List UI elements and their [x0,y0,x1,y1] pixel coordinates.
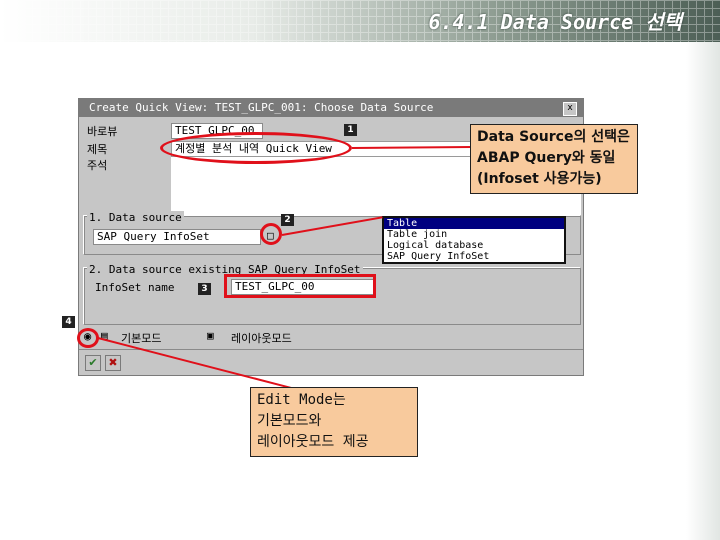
callout-line: 레이아웃모드 제공 [257,434,369,450]
infoset-name-highlight [224,274,376,298]
title-label: 제목 [87,143,108,156]
dropdown-option-logical-database[interactable]: Logical database [384,240,564,251]
notes-label: 주석 [87,159,108,172]
step-badge-4: 4 [62,316,75,328]
edit-mode-callout: Edit Mode는 기본모드와 레이아웃모드 제공 [250,387,418,457]
layout-mode-icon[interactable]: ▣ [207,329,214,342]
step-badge-2: 2 [281,214,294,226]
callout-line: 기본모드와 [257,413,322,429]
dropdown-button-highlight [260,223,282,245]
infoset-name-label: InfoSet name [95,281,175,294]
step-badge-1: 1 [344,124,357,136]
quickview-label: 바로뷰 [87,125,118,138]
data-source-group-title: 1. Data source [87,211,184,224]
callout-line: Data Source의 선택은 [477,129,630,145]
callout-line: Edit Mode는 [257,392,346,408]
cancel-button[interactable]: ✖ [105,355,121,371]
slide-title: 6.4.1 Data Source 선택 [428,10,682,34]
footer-divider [79,349,583,350]
window-titlebar: Create Quick View: TEST_GLPC_001: Choose… [79,99,583,117]
dropdown-option-table[interactable]: Table [384,218,564,229]
confirm-button[interactable]: ✔ [85,355,101,371]
right-decorative-bar [686,42,720,540]
step-badge-3: 3 [198,283,211,295]
close-button[interactable]: x [563,102,577,116]
data-source-dropdown-list: Table Table join Logical database SAP Qu… [382,216,566,264]
title-highlight-oval [160,132,352,164]
data-source-callout: Data Source의 선택은 ABAP Query와 동일 (Infoset… [470,124,638,194]
dropdown-option-sap-query-infoset[interactable]: SAP Query InfoSet [384,251,564,262]
layout-mode-label: 레이아웃모드 [231,332,292,345]
callout-line: ABAP Query와 동일 [477,150,616,166]
data-source-select[interactable]: SAP Query InfoSet [93,229,261,245]
mode-radio-highlight [77,328,99,348]
dropdown-option-table-join[interactable]: Table join [384,229,564,240]
callout-line: (Infoset 사용가능) [477,171,602,187]
window-title: Create Quick View: TEST_GLPC_001: Choose… [89,101,434,114]
